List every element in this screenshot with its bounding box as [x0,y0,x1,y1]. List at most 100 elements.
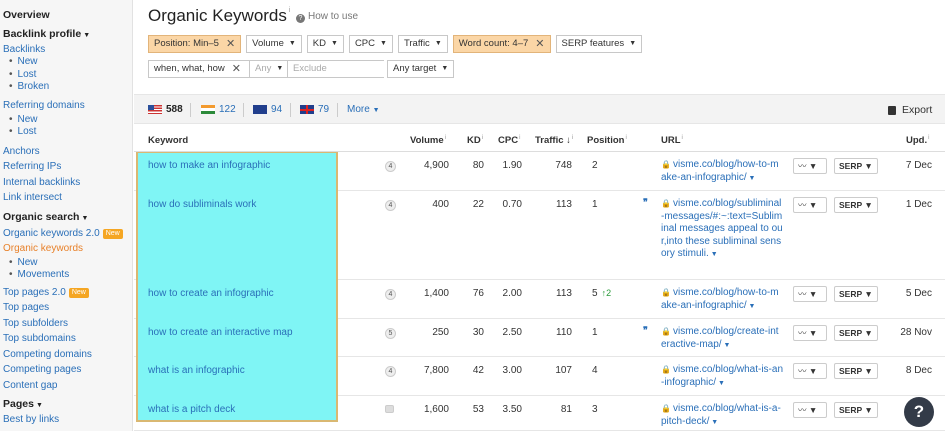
sidebar-item-refdomains-lost[interactable]: Lost [3,126,132,139]
position-value: 5 ↑2 [592,288,612,299]
col-position[interactable]: Positioni [587,135,627,146]
serp-button[interactable]: SERP ▼ [834,197,878,213]
chevron-down-icon: ▼ [288,40,296,47]
country-gb[interactable]: 79 [300,104,329,115]
sidebar-item-organic-keywords[interactable]: Organic keywords [3,241,132,257]
chart-button[interactable]: 〰 ▼ [793,402,827,418]
sidebar-item-organic-keywords-2[interactable]: Organic keywords 2.0 New [3,226,132,242]
word-count-filter[interactable]: Word count: 4–7 ✕ [452,35,551,53]
sidebar-item-referring-domains[interactable]: Referring domains [3,99,132,112]
serp-features-count[interactable]: 4 [385,289,396,300]
url-link[interactable]: 🔒 visme.co/blog/what-is-an-infographic/ ▼ [661,364,783,390]
more-countries-button[interactable]: More ▼ [347,104,380,115]
sidebar-item-anchors[interactable]: Anchors [3,144,132,160]
help-button[interactable]: ? [904,397,934,427]
exclude-input[interactable]: Exclude [287,60,384,78]
serp-features-count[interactable] [385,405,394,413]
keyword-link[interactable]: how to make an infographic [148,160,270,171]
keyword-link[interactable]: what is a pitch deck [148,404,235,415]
sidebar-item-top-subfolders[interactable]: Top subfolders [3,316,132,332]
sidebar-item-backlinks-new[interactable]: New [3,56,132,69]
sidebar: Overview Backlink profile▼ Backlinks New… [0,0,133,431]
url-link[interactable]: 🔒 visme.co/blog/how-to-make-an-infographi… [661,287,783,313]
cpc-filter[interactable]: CPC ▼ [348,35,393,53]
sidebar-item-backlinks-lost[interactable]: Lost [3,69,132,82]
sidebar-backlink-profile[interactable]: Backlink profile ▼ [3,27,132,43]
chart-button[interactable]: 〰 ▼ [793,158,827,174]
include-input[interactable]: when, what, how ✕ [148,60,249,78]
sidebar-item-top-pages-2[interactable]: Top pages 2.0 New [3,285,132,301]
info-icon[interactable]: i [289,7,291,14]
close-icon[interactable]: ✕ [226,36,235,52]
serp-button[interactable]: SERP ▼ [834,158,878,174]
chart-button[interactable]: 〰 ▼ [793,197,827,213]
keyword-link[interactable]: how to create an interactive map [148,327,293,338]
sidebar-organic-search[interactable]: Organic search ▼ [3,210,132,226]
url-link[interactable]: 🔒 visme.co/blog/how-to-make-an-infographi… [661,159,783,185]
col-cpc[interactable]: CPCi [498,135,520,146]
chart-button[interactable]: 〰 ▼ [793,286,827,302]
col-traffic[interactable]: Traffic ↓i [535,135,573,146]
col-url[interactable]: URLi [661,135,683,146]
sidebar-item-content-gap[interactable]: Content gap [3,378,132,394]
sidebar-item-best-by-links[interactable]: Best by links [3,413,132,426]
chart-button[interactable]: 〰 ▼ [793,363,827,379]
export-button[interactable]: Export [888,104,932,116]
sidebar-item-organic-movements[interactable]: Movements [3,269,132,282]
kd-value: 80 [472,160,484,171]
chart-button[interactable]: 〰 ▼ [793,325,827,341]
country-in[interactable]: 122 [201,104,236,115]
sidebar-item-referring-ips[interactable]: Referring IPs [3,159,132,175]
cpc-value: 1.90 [502,160,522,171]
sidebar-item-organic-new[interactable]: New [3,257,132,270]
serp-button[interactable]: SERP ▼ [834,286,878,302]
serp-button[interactable]: SERP ▼ [834,325,878,341]
col-volume[interactable]: Volumei [410,135,446,146]
col-updated[interactable]: Upd.i [906,135,929,146]
position-filter[interactable]: Position: Min–5 ✕ [148,35,242,53]
col-keyword[interactable]: Keyword [148,135,188,146]
volume-filter[interactable]: Volume ▼ [246,35,302,53]
serp-features-filter[interactable]: SERP features ▼ [555,35,643,53]
any-target-select[interactable]: Any target ▼ [387,60,455,78]
sidebar-item-internal-backlinks[interactable]: Internal backlinks [3,175,132,191]
country-us[interactable]: 588 [148,104,183,115]
close-icon[interactable]: ✕ [232,61,241,77]
sidebar-item-backlinks[interactable]: Backlinks [3,43,132,56]
serp-button[interactable]: SERP ▼ [834,363,878,379]
serp-features-count[interactable]: 5 [385,328,396,339]
how-to-use-link[interactable]: ? How to use [296,11,358,23]
table-header: Keyword Volumei KDi CPCi Traffic ↓i Posi… [134,128,945,152]
kd-filter[interactable]: KD ▼ [306,35,344,53]
sidebar-item-top-pages[interactable]: Top pages [3,300,132,316]
sidebar-item-link-intersect[interactable]: Link intersect [3,190,132,206]
col-kd[interactable]: KDi [467,135,483,146]
sidebar-item-refdomains-new[interactable]: New [3,114,132,127]
url-link[interactable]: 🔒 visme.co/blog/subliminal-messages/#:~:t… [661,198,783,262]
url-link[interactable]: 🔒 visme.co/blog/what-is-a-pitch-deck/ ▼ [661,403,783,429]
serp-features-count[interactable]: 4 [385,366,396,377]
volume-value: 1,600 [423,404,449,415]
keyword-link[interactable]: what is an infographic [148,365,245,376]
main-content: Organic Keywords i ? How to use Position: … [134,0,945,431]
serp-features-count[interactable]: 4 [385,200,396,211]
sidebar-item-competing-domains[interactable]: Competing domains [3,347,132,363]
traffic-value: 748 [555,160,572,171]
keyword-link[interactable]: how to create an infographic [148,288,274,299]
keyword-link[interactable]: how do subliminals work [148,199,256,210]
include-mode-select[interactable]: Any ▼ [249,60,287,78]
sidebar-item-competing-pages[interactable]: Competing pages [3,362,132,378]
divider [290,103,291,117]
updated-value: 28 Nov [900,327,932,338]
sidebar-item-top-subdomains[interactable]: Top subdomains [3,331,132,347]
serp-features-count[interactable]: 4 [385,161,396,172]
serp-button[interactable]: SERP ▼ [834,402,878,418]
sidebar-item-backlinks-broken[interactable]: Broken [3,81,132,94]
sidebar-overview[interactable]: Overview [3,8,132,22]
traffic-filter[interactable]: Traffic ▼ [397,35,448,53]
url-link[interactable]: 🔒 visme.co/blog/create-interactive-map/ ▼ [661,326,783,352]
close-icon[interactable]: ✕ [535,36,544,52]
chevron-down-icon: ▼ [276,65,284,72]
country-au[interactable]: 94 [253,104,282,115]
sidebar-pages[interactable]: Pages ▼ [3,397,132,413]
